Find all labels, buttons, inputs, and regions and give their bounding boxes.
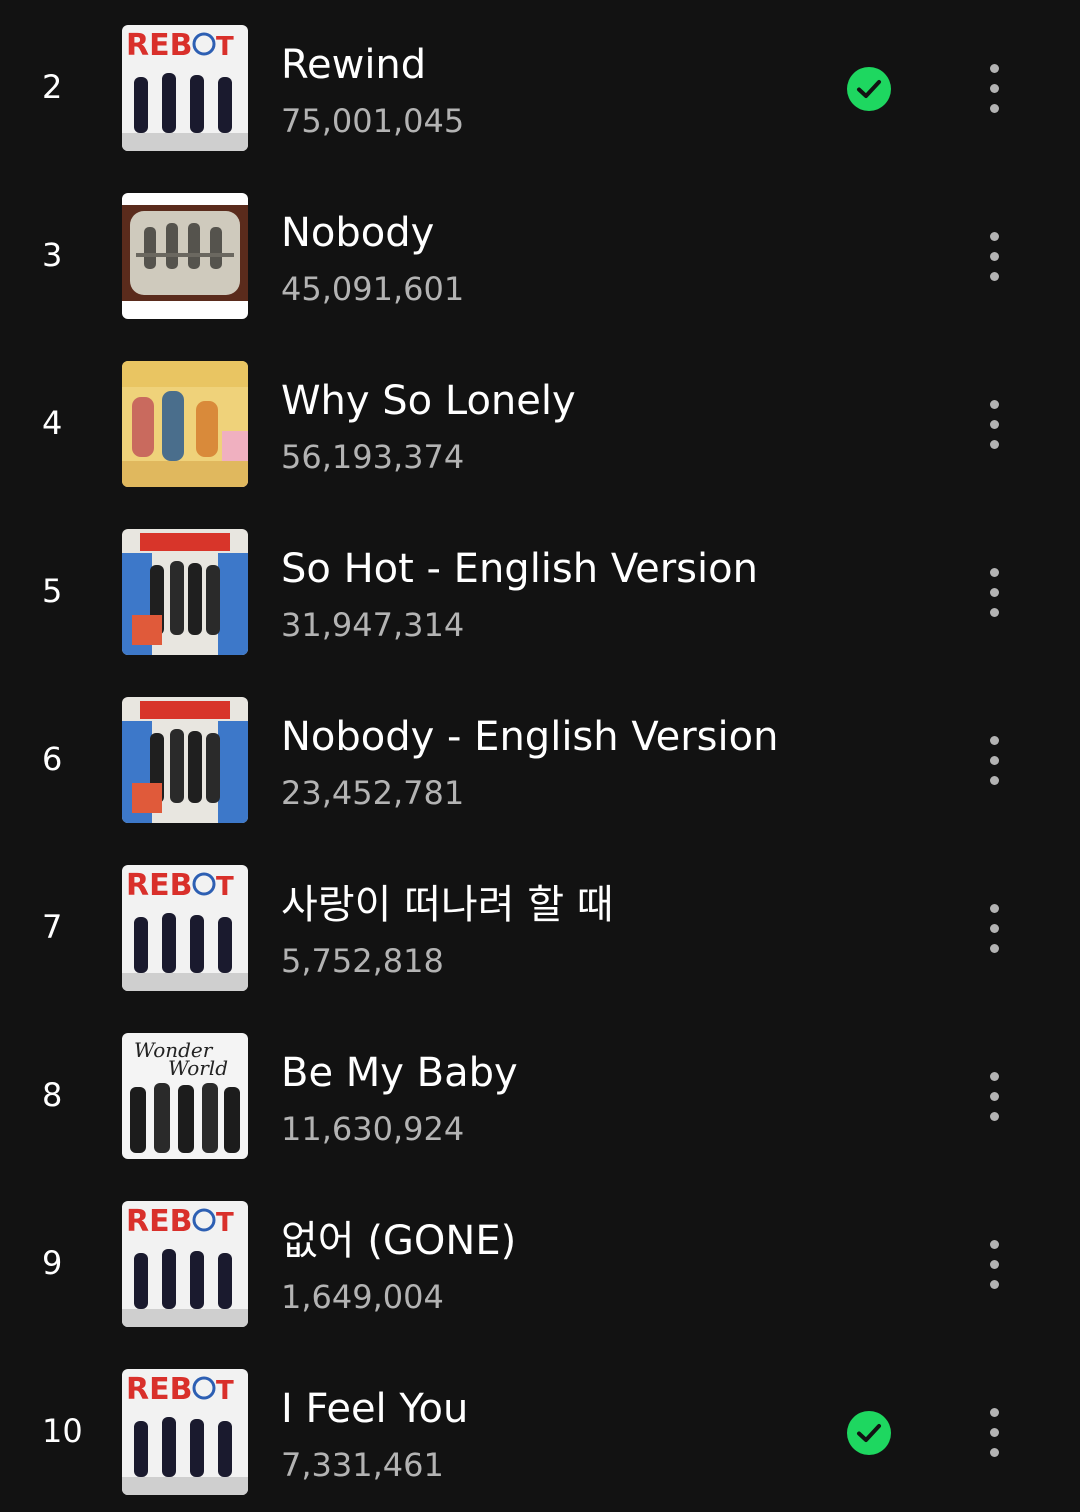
track-rank: 4 [42,404,63,442]
track-row[interactable]: 8 Wonder World Be My Baby 11,630,924 [0,1008,1080,1176]
more-options-button[interactable] [975,60,1015,116]
more-options-button[interactable] [975,396,1015,452]
more-vertical-icon [990,1448,999,1457]
track-rank: 6 [42,740,63,778]
reboot-album-art: REB T [122,1369,248,1495]
track-row[interactable]: 5 So Hot - English Version 31,947,314 [0,504,1080,672]
track-title: Nobody [281,210,435,256]
more-vertical-icon [990,252,999,261]
svg-text:T: T [216,1376,234,1406]
svg-text:REB: REB [126,28,192,63]
more-options-button[interactable] [975,564,1015,620]
more-options-button[interactable] [975,228,1015,284]
reboot-album-art: REB T [122,1201,248,1327]
track-play-count: 31,947,314 [281,606,465,644]
tv-album-art [122,193,248,319]
more-vertical-icon [990,272,999,281]
more-options-button[interactable] [975,1236,1015,1292]
track-row[interactable]: 10 REB T I Feel You 7,331,461 [0,1344,1080,1512]
track-title: Rewind [281,42,427,88]
reboot-album-art: REB T [122,25,248,151]
more-vertical-icon [990,588,999,597]
more-vertical-icon [990,756,999,765]
more-vertical-icon [990,84,999,93]
more-vertical-icon [990,776,999,785]
more-vertical-icon [990,1240,999,1249]
wonder-world-album-art: Wonder World [122,1033,248,1159]
more-vertical-icon [990,944,999,953]
more-vertical-icon [990,64,999,73]
reboot-album-art: REB T [122,865,248,991]
track-row[interactable]: 2 REB T Rewind 75,001,045 [0,0,1080,168]
track-play-count: 23,452,781 [281,774,465,812]
wonder-girls-album-art [122,697,248,823]
track-rank: 8 [42,1076,63,1114]
track-row[interactable]: 6 Nobody - English Version 23,452,781 [0,672,1080,840]
wonder-girls-album-art [122,529,248,655]
track-rank: 2 [42,68,63,106]
more-options-button[interactable] [975,1404,1015,1460]
track-play-count: 45,091,601 [281,270,465,308]
more-vertical-icon [990,1408,999,1417]
track-play-count: 1,649,004 [281,1278,444,1316]
more-vertical-icon [990,568,999,577]
track-row[interactable]: 9 REB T 없어 (GONE) 1,649,004 [0,1176,1080,1344]
track-title: 사랑이 떠나려 할 때 [281,882,614,928]
track-list: 2 REB T Rewind 75,001,045 3 Nobody 45,09… [0,0,1080,1505]
more-vertical-icon [990,1112,999,1121]
track-play-count: 7,331,461 [281,1446,444,1484]
track-rank: 10 [42,1412,83,1450]
svg-text:REB: REB [126,1372,192,1407]
more-vertical-icon [990,232,999,241]
track-title: Be My Baby [281,1050,518,1096]
svg-text:REB: REB [126,1204,192,1239]
track-row[interactable]: 3 Nobody 45,091,601 [0,168,1080,336]
track-play-count: 75,001,045 [281,102,465,140]
track-title: Why So Lonely [281,378,576,424]
track-title: 없어 (GONE) [281,1218,517,1264]
more-vertical-icon [990,1260,999,1269]
svg-text:World: World [168,1056,228,1080]
more-options-button[interactable] [975,900,1015,956]
more-vertical-icon [990,1092,999,1101]
svg-text:T: T [216,872,234,902]
more-options-button[interactable] [975,1068,1015,1124]
track-title: Nobody - English Version [281,714,779,760]
track-title: So Hot - English Version [281,546,758,592]
track-title: I Feel You [281,1386,469,1432]
more-options-button[interactable] [975,732,1015,788]
more-vertical-icon [990,904,999,913]
track-rank: 3 [42,236,63,274]
track-play-count: 56,193,374 [281,438,465,476]
track-rank: 9 [42,1244,63,1282]
track-rank: 5 [42,572,63,610]
track-row[interactable]: 4 Why So Lonely 56,193,374 [0,336,1080,504]
more-vertical-icon [990,1072,999,1081]
more-vertical-icon [990,736,999,745]
track-play-count: 11,630,924 [281,1110,465,1148]
track-play-count: 5,752,818 [281,942,444,980]
track-rank: 7 [42,908,63,946]
more-vertical-icon [990,104,999,113]
more-vertical-icon [990,608,999,617]
more-vertical-icon [990,1280,999,1289]
why-so-lonely-album-art [122,361,248,487]
svg-text:T: T [216,32,234,62]
more-vertical-icon [990,420,999,429]
track-row[interactable]: 7 REB T 사랑이 떠나려 할 때 5,752,818 [0,840,1080,1008]
svg-text:REB: REB [126,868,192,903]
check-circle-icon[interactable] [847,67,891,111]
more-vertical-icon [990,400,999,409]
svg-text:T: T [216,1208,234,1238]
more-vertical-icon [990,1428,999,1437]
check-circle-icon[interactable] [847,1411,891,1455]
more-vertical-icon [990,924,999,933]
more-vertical-icon [990,440,999,449]
